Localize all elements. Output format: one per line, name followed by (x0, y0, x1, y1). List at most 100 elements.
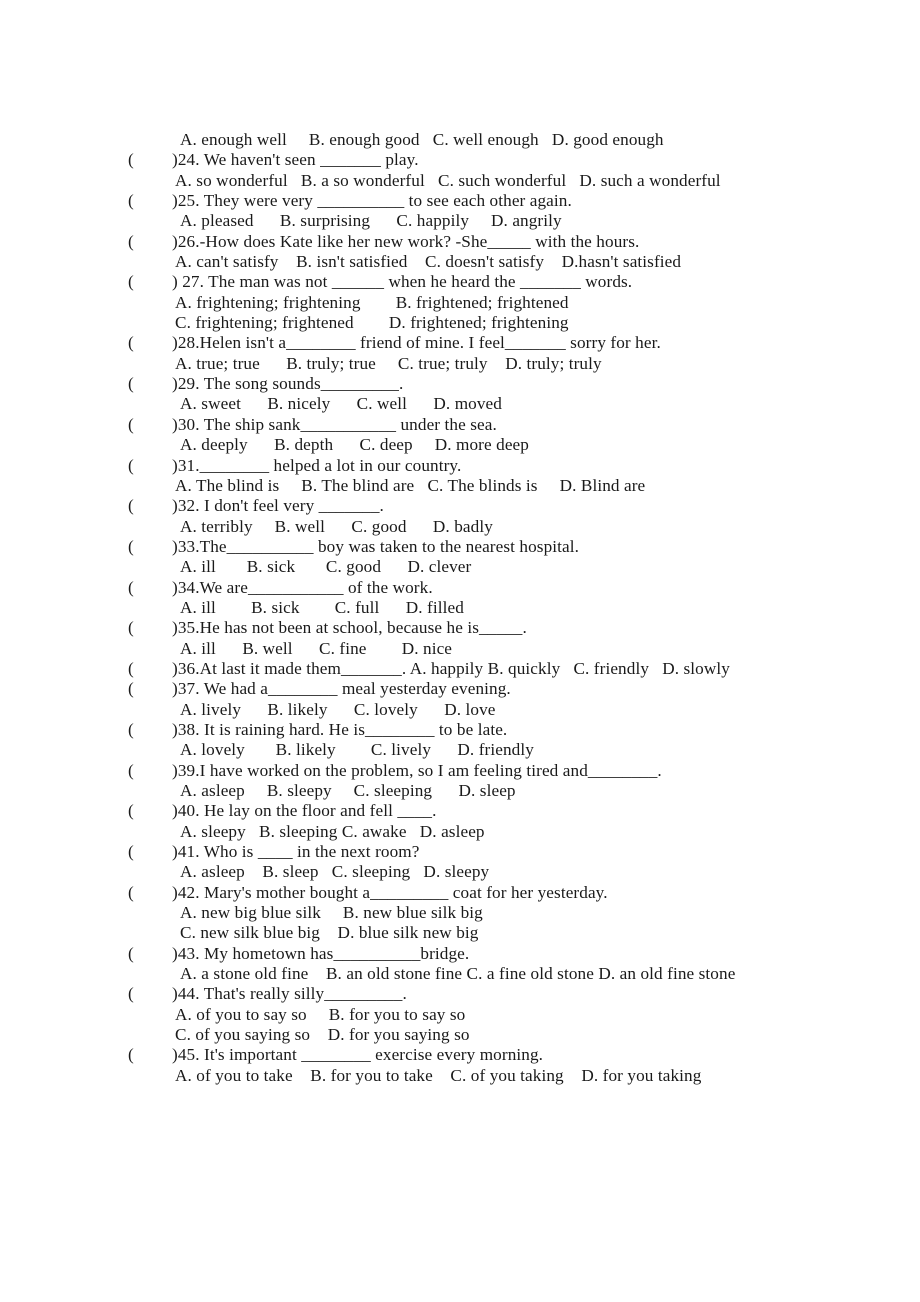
question-line[interactable]: ()38. It is raining hard. He is________ … (128, 720, 828, 740)
question-line[interactable]: ()28.Helen isn't a________ friend of min… (128, 333, 828, 353)
question-text: )42. Mary's mother bought a_________ coa… (172, 882, 608, 902)
option-text: A. new big blue silk B. new blue silk bi… (180, 903, 483, 923)
answer-bracket[interactable]: ( (128, 883, 172, 903)
question-line[interactable]: ()44. That's really silly_________. (128, 984, 828, 1004)
option-text: A. enough well B. enough good C. well en… (180, 130, 664, 149)
question-text: )43. My hometown has__________bridge. (172, 943, 470, 963)
answer-bracket[interactable]: ( (128, 842, 172, 862)
option-line[interactable]: A. so wonderful B. a so wonderful C. suc… (128, 171, 828, 191)
question-line[interactable]: ()42. Mary's mother bought a_________ co… (128, 883, 828, 903)
option-line[interactable]: A. lively B. likely C. lovely D. love (128, 700, 828, 720)
option-text: A. lovely B. likely C. lively D. friendl… (180, 740, 534, 760)
answer-bracket[interactable]: ( (128, 415, 172, 435)
answer-bracket[interactable]: ( (128, 679, 172, 699)
option-line[interactable]: A. ill B. sick C. good D. clever (128, 557, 828, 577)
option-text: C. frightening; frightened D. frightened… (175, 313, 569, 333)
question-text: )41. Who is ____ in the next room? (172, 842, 420, 862)
question-line[interactable]: ()33.The__________ boy was taken to the … (128, 537, 828, 557)
option-line[interactable]: A. frightening; frightening B. frightene… (128, 293, 828, 313)
option-text: A. deeply B. depth C. deep D. more deep (180, 435, 529, 455)
option-text: A. ill B. well C. fine D. nice (180, 638, 453, 658)
answer-bracket[interactable]: ( (128, 1045, 172, 1065)
option-line[interactable]: A. can't satisfy B. isn't satisfied C. d… (128, 252, 828, 272)
option-line[interactable]: A. of you to say so B. for you to say so (128, 1005, 828, 1025)
option-text: A. a stone old fine B. an old stone fine… (180, 964, 736, 984)
answer-bracket[interactable]: ( (128, 496, 172, 516)
question-line[interactable]: ()31.________ helped a lot in our countr… (128, 456, 828, 476)
answer-bracket[interactable]: ( (128, 232, 172, 252)
option-line[interactable]: A. ill B. well C. fine D. nice (128, 639, 828, 659)
option-line[interactable]: A. new big blue silk B. new blue silk bi… (128, 903, 828, 923)
question-text: )38. It is raining hard. He is________ t… (172, 719, 508, 739)
option-text: A. pleased B. surprising C. happily D. a… (180, 211, 562, 231)
option-line[interactable]: A. of you to take B. for you to take C. … (128, 1066, 828, 1086)
answer-bracket[interactable]: ( (128, 374, 172, 394)
question-text: )28.Helen isn't a________ friend of mine… (172, 333, 661, 353)
option-line[interactable]: A. sweet B. nicely C. well D. moved (128, 394, 828, 414)
answer-bracket[interactable]: ( (128, 984, 172, 1004)
question-text: )37. We had a________ meal yesterday eve… (172, 679, 511, 699)
question-line[interactable]: ()29. The song sounds_________. (128, 374, 828, 394)
option-line[interactable]: A. The blind is B. The blind are C. The … (128, 476, 828, 496)
question-line[interactable]: ()35.He has not been at school, because … (128, 618, 828, 638)
question-line[interactable]: ()25. They were very __________ to see e… (128, 191, 828, 211)
option-text: A. sleepy B. sleeping C. awake D. asleep (180, 821, 485, 841)
option-text: A. asleep B. sleepy C. sleeping D. sleep (180, 781, 516, 800)
question-line[interactable]: ()40. He lay on the floor and fell ____. (128, 801, 828, 821)
answer-bracket[interactable]: ( (128, 333, 172, 353)
option-line[interactable]: A. sleepy B. sleeping C. awake D. asleep (128, 822, 828, 842)
answer-bracket[interactable]: ( (128, 801, 172, 821)
answer-bracket[interactable]: ( (128, 191, 172, 211)
question-line[interactable]: ()30. The ship sank___________ under the… (128, 415, 828, 435)
worksheet-page: A. enough well B. enough good C. well en… (0, 0, 920, 1302)
option-line[interactable]: C. frightening; frightened D. frightened… (128, 313, 828, 333)
answer-bracket[interactable]: ( (128, 150, 172, 170)
question-text: )36.At last it made them_______. A. happ… (172, 658, 730, 678)
option-line[interactable]: C. of you saying so D. for you saying so (128, 1025, 828, 1045)
answer-bracket[interactable]: ( (128, 272, 172, 292)
option-text: C. of you saying so D. for you saying so (175, 1025, 470, 1045)
answer-bracket[interactable]: ( (128, 456, 172, 476)
option-text: A. of you to say so B. for you to say so (175, 1004, 466, 1024)
option-line[interactable]: A. a stone old fine B. an old stone fine… (128, 964, 828, 984)
question-text: )29. The song sounds_________. (172, 374, 404, 394)
question-line[interactable]: () 27. The man was not ______ when he he… (128, 272, 828, 292)
question-text: )26.-How does Kate like her new work? -S… (172, 231, 640, 251)
option-line[interactable]: A. deeply B. depth C. deep D. more deep (128, 435, 828, 455)
question-text: )45. It's important ________ exercise ev… (172, 1045, 544, 1065)
option-line[interactable]: A. true; true B. truly; true C. true; tr… (128, 354, 828, 374)
question-text: )31.________ helped a lot in our country… (172, 455, 462, 475)
question-line[interactable]: ()34.We are___________ of the work. (128, 578, 828, 598)
question-line[interactable]: ()36.At last it made them_______. A. hap… (128, 659, 828, 679)
question-line[interactable]: ()24. We haven't seen _______ play. (128, 150, 828, 170)
option-text: A. of you to take B. for you to take C. … (175, 1065, 702, 1085)
option-text: A. sweet B. nicely C. well D. moved (180, 394, 502, 414)
answer-bracket[interactable]: ( (128, 944, 172, 964)
option-line[interactable]: A. enough well B. enough good C. well en… (128, 130, 828, 150)
question-line[interactable]: ()45. It's important ________ exercise e… (128, 1045, 828, 1065)
question-line[interactable]: ()37. We had a________ meal yesterday ev… (128, 679, 828, 699)
option-line[interactable]: A. lovely B. likely C. lively D. friendl… (128, 740, 828, 760)
question-line[interactable]: ()26.-How does Kate like her new work? -… (128, 232, 828, 252)
answer-bracket[interactable]: ( (128, 720, 172, 740)
question-text: )34.We are___________ of the work. (172, 577, 433, 597)
option-line[interactable]: A. terribly B. well C. good D. badly (128, 517, 828, 537)
question-line[interactable]: ()41. Who is ____ in the next room? (128, 842, 828, 862)
question-line[interactable]: ()32. I don't feel very _______. (128, 496, 828, 516)
question-line[interactable]: ()39.I have worked on the problem, so I … (128, 761, 828, 781)
question-line[interactable]: ()43. My hometown has__________bridge. (128, 944, 828, 964)
option-line[interactable]: A. pleased B. surprising C. happily D. a… (128, 211, 828, 231)
question-text: )40. He lay on the floor and fell ____. (172, 801, 437, 821)
option-line[interactable]: A. asleep B. sleepy C. sleeping D. sleep (128, 781, 828, 801)
option-line[interactable]: A. asleep B. sleep C. sleeping D. sleepy (128, 862, 828, 882)
answer-bracket[interactable]: ( (128, 761, 172, 781)
option-text: A. ill B. sick C. good D. clever (180, 557, 472, 577)
answer-bracket[interactable]: ( (128, 618, 172, 638)
answer-bracket[interactable]: ( (128, 537, 172, 557)
option-line[interactable]: A. ill B. sick C. full D. filled (128, 598, 828, 618)
question-text: )33.The__________ boy was taken to the n… (172, 536, 580, 556)
option-text: A. can't satisfy B. isn't satisfied C. d… (175, 252, 682, 272)
answer-bracket[interactable]: ( (128, 578, 172, 598)
answer-bracket[interactable]: ( (128, 659, 172, 679)
option-line[interactable]: C. new silk blue big D. blue silk new bi… (128, 923, 828, 943)
